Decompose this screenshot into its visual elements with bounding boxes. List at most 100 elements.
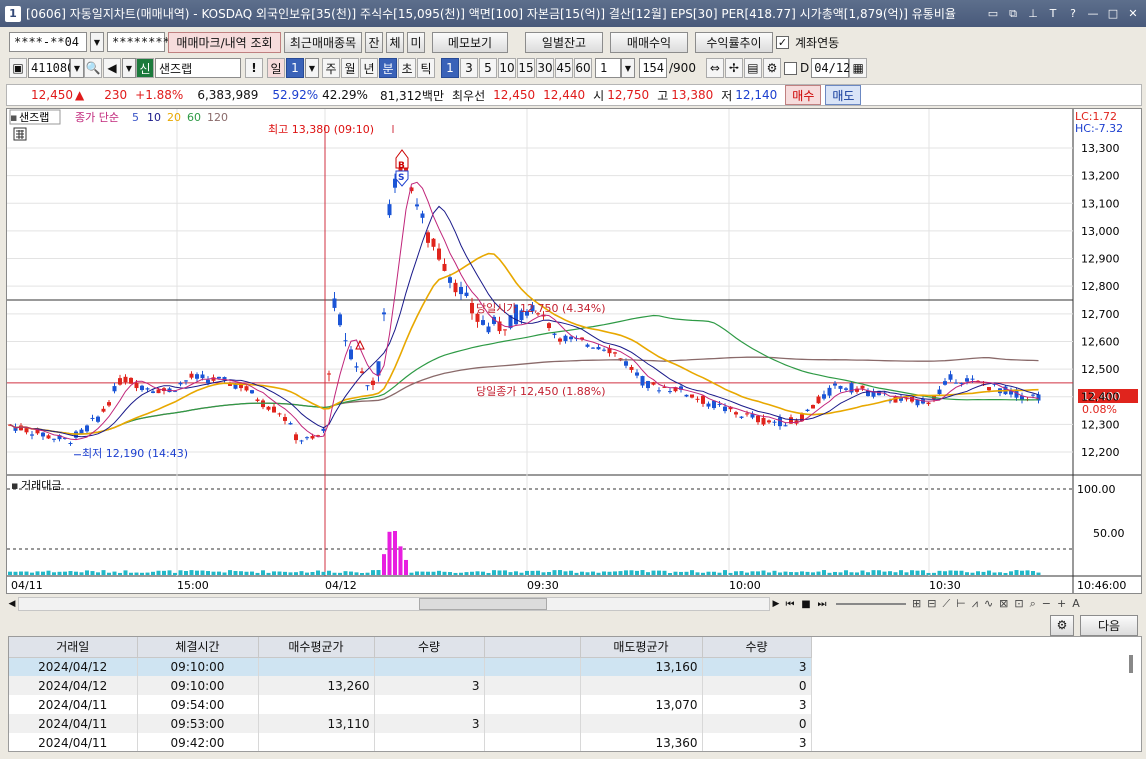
balance-button[interactable]: 잔: [365, 31, 383, 53]
minute-opt-60[interactable]: 60: [574, 58, 592, 78]
font-icon[interactable]: T: [1045, 6, 1061, 22]
tab-minute[interactable]: 분: [379, 58, 397, 78]
text-tool-icon[interactable]: A: [1072, 597, 1080, 611]
alert-button[interactable]: !: [245, 58, 263, 78]
zoom-in-icon[interactable]: +: [1057, 597, 1066, 611]
scroll-left-icon[interactable]: ◀: [6, 599, 18, 609]
code-dropdown-icon[interactable]: ▼: [70, 58, 84, 78]
minute-opt-5[interactable]: 5: [479, 58, 497, 78]
table-row[interactable]: 2024/04/11 09:53:00 13,110 3 0: [9, 714, 812, 733]
magnifier-icon[interactable]: ⌕: [1030, 597, 1036, 611]
minute-opt-3[interactable]: 3: [460, 58, 478, 78]
tool-box-icon[interactable]: ⊞: [912, 597, 921, 611]
unexecuted-button[interactable]: 미: [407, 31, 425, 53]
tool-line-icon[interactable]: ⟋: [942, 597, 950, 611]
stock-name-field[interactable]: 샌즈랩: [155, 58, 241, 78]
minimize-icon[interactable]: —: [1085, 6, 1101, 22]
password-input[interactable]: *********: [107, 32, 177, 52]
stop-icon[interactable]: ■: [798, 599, 814, 610]
next-button[interactable]: 다음: [1080, 614, 1138, 636]
recent-trades-button[interactable]: 최근매매종목: [284, 31, 362, 53]
tool-grid-icon[interactable]: ⊠: [999, 597, 1008, 611]
memo-button[interactable]: 메모보기: [432, 31, 508, 53]
zoom-slider[interactable]: [836, 603, 906, 605]
trade-profit-button[interactable]: 매매수익: [610, 31, 688, 53]
volume-bar: [464, 572, 469, 575]
tool-fib-icon[interactable]: ⊢: [956, 597, 966, 611]
tool-trend-icon[interactable]: ⩘: [972, 597, 978, 611]
col-trade-date[interactable]: 거래일: [9, 637, 138, 658]
account-input[interactable]: ****-**04: [9, 32, 87, 52]
tab-month[interactable]: 월: [341, 58, 359, 78]
speaker-dropdown-icon[interactable]: ▼: [122, 58, 136, 78]
rewind-icon[interactable]: ⏮: [782, 599, 798, 610]
period-dropdown-icon[interactable]: ▼: [305, 58, 319, 78]
tool-box2-icon[interactable]: ⊟: [927, 597, 936, 611]
volume-bar: [602, 571, 606, 575]
trade-mark-button[interactable]: 매매마크/내역 조회: [168, 31, 281, 53]
pin-icon[interactable]: ⊥: [1025, 6, 1041, 22]
window-copy-icon[interactable]: ⧉: [1005, 6, 1021, 22]
tool-ruler-icon[interactable]: ⊡: [1014, 597, 1023, 611]
return-trend-button[interactable]: 수익률추이: [695, 31, 773, 53]
table-row[interactable]: 2024/04/11 09:42:00 13,360 3: [9, 733, 812, 751]
tab-year[interactable]: 년: [360, 58, 378, 78]
tab-second[interactable]: 초: [398, 58, 416, 78]
forward-icon[interactable]: ⏭: [814, 599, 830, 610]
minute-opt-15[interactable]: 15: [517, 58, 535, 78]
maximize-icon[interactable]: □: [1105, 6, 1121, 22]
minute-opt-30[interactable]: 30: [536, 58, 554, 78]
col-sell-avg[interactable]: 매도평균가: [580, 637, 703, 658]
date-checkbox[interactable]: [783, 61, 797, 75]
calendar-icon[interactable]: ▦: [849, 58, 868, 78]
account-dropdown-icon[interactable]: ▼: [90, 32, 104, 52]
chart-canvas[interactable]: ▪ 샌즈랩 종가 단순 5 10 20 60 120 LC:1.72 HC:-7…: [7, 109, 1141, 593]
date-input[interactable]: 04/12: [811, 58, 850, 78]
price-chart[interactable]: ▪ 샌즈랩 종가 단순 5 10 20 60 120 LC:1.72 HC:-7…: [6, 108, 1142, 594]
chart-scrollbar[interactable]: [18, 597, 770, 611]
save-icon[interactable]: ▤: [743, 58, 762, 78]
zoom-out-icon[interactable]: −: [1042, 597, 1051, 611]
period-day-button[interactable]: 일: [267, 58, 285, 78]
executed-button[interactable]: 체: [386, 31, 404, 53]
col-buy-avg[interactable]: 매수평균가: [258, 637, 375, 658]
daily-balance-button[interactable]: 일별잔고: [525, 31, 603, 53]
count-input[interactable]: 154: [639, 58, 667, 78]
chart-settings-icon[interactable]: ▣: [9, 58, 27, 78]
x-label: 10:00: [729, 579, 761, 592]
buy-button[interactable]: 매수: [785, 85, 822, 105]
table-settings-icon[interactable]: ⚙: [1050, 614, 1074, 636]
volume-bar: [822, 570, 826, 575]
tab-tick[interactable]: 틱: [417, 58, 435, 78]
table-row[interactable]: 2024/04/12 09:10:00 13,260 3 0: [9, 676, 812, 695]
speaker-icon[interactable]: ◀: [103, 58, 121, 78]
tool-wave-icon[interactable]: ∿: [984, 597, 993, 611]
minute-opt-1[interactable]: 1: [441, 58, 459, 78]
col-sell-qty[interactable]: 수량: [702, 637, 812, 658]
volume-bar: [52, 572, 56, 575]
gear-icon[interactable]: ⚙: [762, 58, 781, 78]
close-icon[interactable]: ✕: [1125, 6, 1141, 22]
search-icon[interactable]: 🔍: [84, 58, 102, 78]
window-layout-icon[interactable]: ▭: [985, 6, 1001, 22]
col-exec-time[interactable]: 체결시간: [137, 637, 259, 658]
scroll-thumb[interactable]: [419, 598, 547, 610]
minute-opt-10[interactable]: 10: [498, 58, 516, 78]
tab-week[interactable]: 주: [322, 58, 340, 78]
period-num-field[interactable]: 1: [286, 58, 304, 78]
sell-button[interactable]: 매도: [825, 85, 862, 105]
interval-input[interactable]: 1: [595, 58, 621, 78]
candle: [712, 400, 716, 409]
help-icon[interactable]: ?: [1065, 6, 1081, 22]
col-buy-qty[interactable]: 수량: [374, 637, 485, 658]
crosshair-icon[interactable]: ✢: [724, 58, 743, 78]
table-row[interactable]: 2024/04/11 09:54:00 13,070 3: [9, 695, 812, 714]
account-link-checkbox[interactable]: ✓: [776, 35, 789, 49]
minute-opt-45[interactable]: 45: [555, 58, 573, 78]
table-row[interactable]: 2024/04/12 09:10:00 13,160 3: [9, 657, 812, 676]
interval-dropdown-icon[interactable]: ▼: [621, 58, 635, 78]
table-scroll-indicator[interactable]: [1129, 655, 1133, 673]
stock-code-input[interactable]: 411080: [28, 58, 74, 78]
fit-icon[interactable]: ⇔: [705, 58, 724, 78]
scroll-right-icon[interactable]: ▶: [770, 599, 782, 609]
